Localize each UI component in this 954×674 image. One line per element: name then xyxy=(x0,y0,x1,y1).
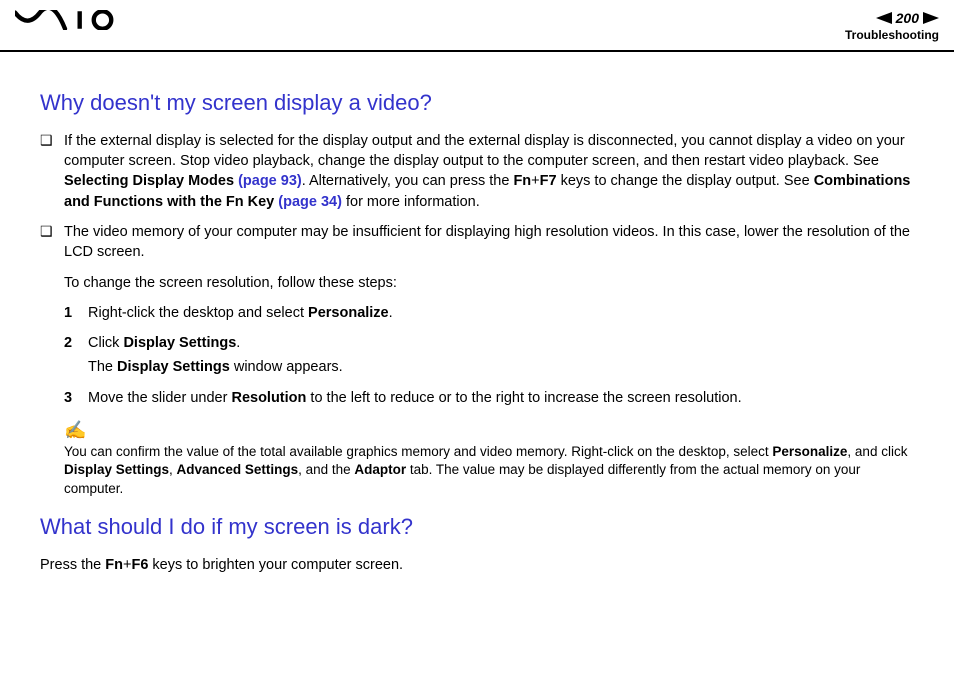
note-pencil-icon: ✍ xyxy=(64,418,914,443)
bold-text: Advanced Settings xyxy=(177,462,299,477)
answer-2: Press the Fn+F6 keys to brighten your co… xyxy=(40,555,914,575)
text: If the external display is selected for … xyxy=(64,133,905,169)
bullet-text: If the external display is selected for … xyxy=(64,131,914,212)
bold-text: Personalize xyxy=(308,305,389,321)
note-block: ✍ You can confirm the value of the total… xyxy=(64,418,914,498)
text: window appears. xyxy=(230,359,343,375)
bold-text: Adaptor xyxy=(354,462,406,477)
text: + xyxy=(531,173,539,189)
bold-text: Display Settings xyxy=(64,462,169,477)
step-text: Click Display Settings. The Display Sett… xyxy=(88,333,914,378)
bullet-square-icon: ❑ xyxy=(40,222,64,263)
key-f6: F6 xyxy=(131,557,148,573)
step-number: 2 xyxy=(64,333,88,378)
page-nav: 200 xyxy=(845,10,939,26)
step-text: Right-click the desktop and select Perso… xyxy=(88,303,914,323)
text: to the left to reduce or to the right to… xyxy=(306,390,741,406)
step-item: 2 Click Display Settings. The Display Se… xyxy=(64,333,914,378)
bold-text: Resolution xyxy=(231,390,306,406)
text: , and click xyxy=(847,444,907,459)
key-fn: Fn xyxy=(105,557,123,573)
step-number: 3 xyxy=(64,388,88,408)
bullet-square-icon: ❑ xyxy=(40,131,64,212)
prev-page-arrow-icon[interactable] xyxy=(876,12,892,24)
text: Press the xyxy=(40,557,105,573)
key-fn: Fn xyxy=(513,173,531,189)
text: keys to change the display output. See xyxy=(557,173,814,189)
text: Right-click the desktop and select xyxy=(88,305,308,321)
question-1-title: Why doesn't my screen display a video? xyxy=(40,88,914,119)
bullet-item: ❑ The video memory of your computer may … xyxy=(40,222,914,263)
step-item: 3 Move the slider under Resolution to th… xyxy=(64,388,914,408)
steps-list: 1 Right-click the desktop and select Per… xyxy=(64,303,914,408)
text: You can confirm the value of the total a… xyxy=(64,444,772,459)
steps-intro: To change the screen resolution, follow … xyxy=(64,273,914,293)
text: Click xyxy=(88,335,123,351)
text: . Alternatively, you can press the xyxy=(302,173,514,189)
bold-text: Selecting Display Modes xyxy=(64,173,238,189)
header-right: 200 Troubleshooting xyxy=(845,10,939,42)
text: Move the slider under xyxy=(88,390,231,406)
page-header: 200 Troubleshooting xyxy=(0,0,954,52)
page-content: Why doesn't my screen display a video? ❑… xyxy=(0,52,954,575)
bullet-list-1: ❑ If the external display is selected fo… xyxy=(40,131,914,263)
key-f7: F7 xyxy=(540,173,557,189)
text: , and the xyxy=(298,462,354,477)
vaio-logo-svg xyxy=(15,10,128,30)
bold-text: Display Settings xyxy=(117,359,230,375)
text: keys to brighten your computer screen. xyxy=(148,557,403,573)
next-page-arrow-icon[interactable] xyxy=(923,12,939,24)
bold-text: Display Settings xyxy=(123,335,236,351)
text: . xyxy=(389,305,393,321)
text: for more information. xyxy=(342,194,480,210)
step-number: 1 xyxy=(64,303,88,323)
step-item: 1 Right-click the desktop and select Per… xyxy=(64,303,914,323)
section-name: Troubleshooting xyxy=(845,28,939,42)
bold-text: Personalize xyxy=(772,444,847,459)
bullet-text: The video memory of your computer may be… xyxy=(64,222,914,263)
page-number: 200 xyxy=(894,10,921,26)
note-body: You can confirm the value of the total a… xyxy=(64,443,914,498)
step-text: Move the slider under Resolution to the … xyxy=(88,388,914,408)
text: The xyxy=(88,359,117,375)
vaio-logo xyxy=(15,10,128,30)
page-link[interactable]: (page 93) xyxy=(238,173,302,189)
text: . xyxy=(236,335,240,351)
text: , xyxy=(169,462,177,477)
question-2-title: What should I do if my screen is dark? xyxy=(40,512,914,543)
page-link[interactable]: (page 34) xyxy=(278,194,342,210)
bullet-item: ❑ If the external display is selected fo… xyxy=(40,131,914,212)
